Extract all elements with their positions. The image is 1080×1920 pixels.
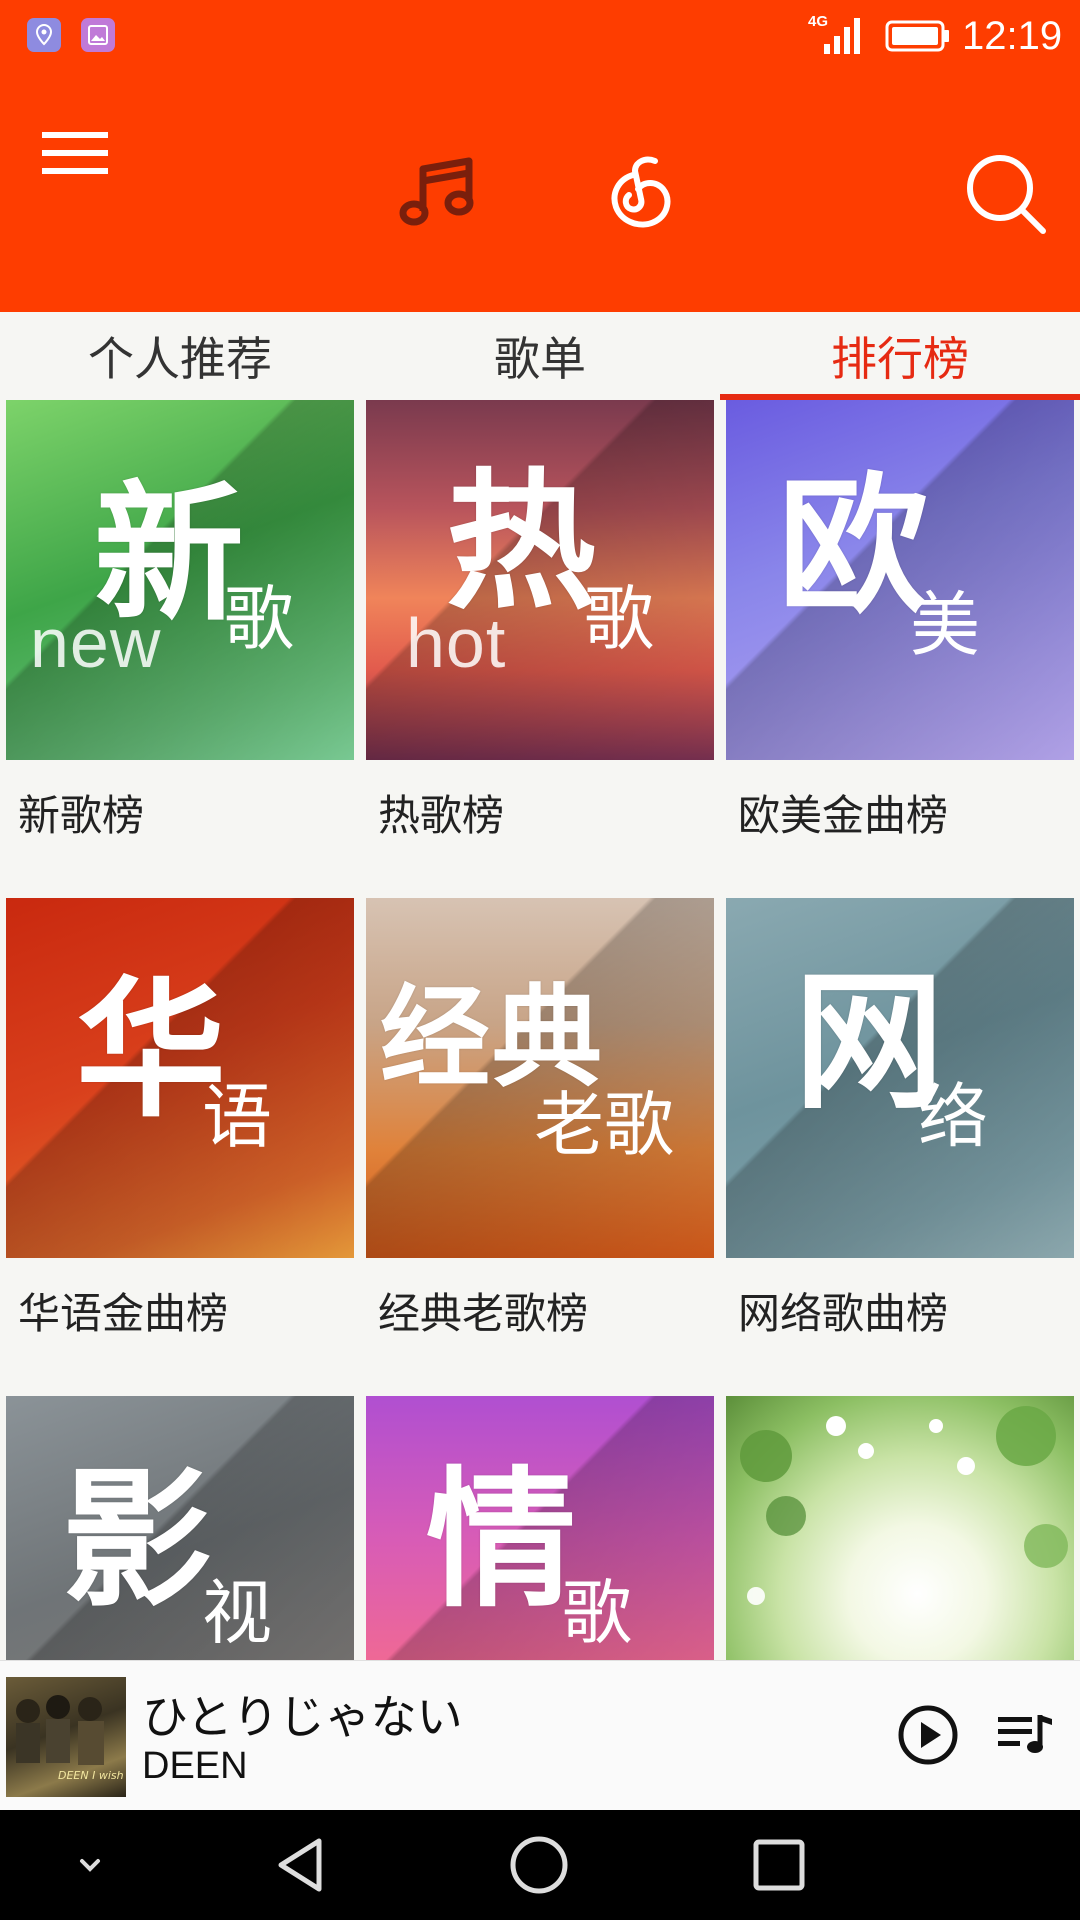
artist-name: DEEN — [142, 1745, 248, 1787]
tab-recommend[interactable]: 个人推荐 — [0, 312, 360, 400]
cover-main-text: 热 — [446, 456, 599, 630]
cover-main-text: 情 — [426, 1454, 579, 1628]
playlist-icon — [998, 1715, 1052, 1753]
cover-sub-text: 语 — [202, 1076, 272, 1158]
cover-latin-text: hot — [406, 604, 507, 682]
chart-title: 经典老歌榜 — [378, 1289, 589, 1338]
recents-button[interactable] — [744, 1830, 814, 1900]
cover-sub-text: 歌 — [562, 1572, 632, 1654]
chart-cover: 情 歌 — [366, 1396, 714, 1660]
play-button[interactable] — [896, 1703, 960, 1767]
menu-icon[interactable] — [30, 108, 120, 198]
music-note-icon[interactable] — [392, 148, 482, 238]
playlist-button[interactable] — [994, 1703, 1058, 1767]
chart-cover: 热 歌 hot — [366, 400, 714, 760]
search-icon[interactable] — [960, 148, 1050, 238]
cover-main-text: 影 — [62, 1454, 215, 1628]
recents-icon — [753, 1839, 805, 1891]
mini-player[interactable]: DEEN I wish ひとりじゃない DEEN — [0, 1660, 1080, 1811]
chart-title: 新歌榜 — [18, 791, 145, 840]
back-icon — [278, 1838, 322, 1892]
cover-sub-text: 歌 — [584, 578, 654, 660]
toolbar — [0, 72, 1080, 312]
chart-cover: 影 视 — [6, 1396, 354, 1660]
gallery-notification-icon — [81, 18, 115, 52]
netease-logo-icon[interactable] — [598, 148, 688, 238]
signal-icon: 4G — [808, 12, 868, 56]
album-art-text: DEEN I wish — [58, 1769, 124, 1782]
chart-title: 华语金曲榜 — [18, 1289, 229, 1338]
chart-title: 热歌榜 — [378, 791, 505, 840]
chart-cover — [726, 1396, 1074, 1660]
chart-title: 网络歌曲榜 — [738, 1289, 949, 1338]
cover-main-text: 欧 — [778, 460, 931, 634]
battery-icon — [885, 20, 951, 52]
back-button[interactable] — [266, 1830, 336, 1900]
chart-cover: 网 络 — [726, 898, 1074, 1258]
song-title: ひとりじゃない — [142, 1690, 463, 1744]
tab-bar: 个人推荐 歌单 排行榜 — [0, 312, 1080, 400]
cover-sub-text: 老歌 — [534, 1084, 674, 1166]
blossom-image — [740, 1406, 1068, 1605]
tab-charts[interactable]: 排行榜 — [720, 312, 1080, 400]
clock: 12:19 — [962, 14, 1063, 58]
location-notification-icon — [27, 18, 61, 52]
status-bar: 4G 12:19 — [0, 0, 1080, 72]
chart-cover: 新 歌 new — [6, 400, 354, 760]
hide-keyboard-button[interactable] — [60, 1830, 120, 1900]
network-label: 4G — [808, 13, 828, 30]
cover-latin-text: new — [30, 604, 162, 682]
system-navigation-bar — [0, 1810, 1080, 1920]
play-icon — [898, 1705, 958, 1765]
cover-sub-text: 美 — [910, 584, 980, 666]
chevron-down-icon — [80, 1859, 100, 1872]
cover-sub-text: 歌 — [224, 578, 294, 660]
chart-cover: 经典 老歌 — [366, 898, 714, 1258]
cover-sub-text: 视 — [202, 1572, 272, 1654]
chart-title: 欧美金曲榜 — [738, 791, 949, 840]
app-bar: 4G 12:19 — [0, 0, 1080, 312]
chart-grid: 新 歌 new 新歌榜 热 歌 hot 热歌榜 欧 美 欧美金曲榜 华 语 华语… — [0, 400, 1080, 1660]
tab-playlists[interactable]: 歌单 — [360, 312, 720, 400]
album-art[interactable]: DEEN I wish — [6, 1677, 126, 1797]
home-button[interactable] — [504, 1830, 574, 1900]
cover-sub-text: 络 — [918, 1076, 988, 1158]
home-icon — [510, 1836, 568, 1894]
cover-main-text: 经典 — [380, 974, 604, 1102]
chart-cover: 华 语 — [6, 898, 354, 1258]
chart-cover: 欧 美 — [726, 400, 1074, 760]
